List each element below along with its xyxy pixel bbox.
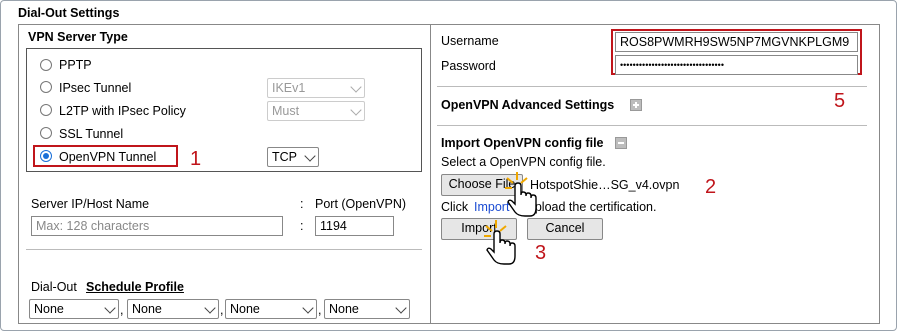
comma-3: , (318, 303, 322, 317)
chevron-down-icon (350, 81, 362, 93)
chevron-down-icon (395, 302, 407, 314)
schedule-value-2: None (132, 302, 162, 316)
radio-ipsec-tunnel[interactable] (40, 81, 52, 93)
import-instruction: Select a OpenVPN config file. (441, 155, 606, 169)
cancel-button[interactable]: Cancel (527, 218, 603, 240)
comma-1: , (120, 303, 124, 317)
collapse-minus-icon[interactable] (615, 137, 627, 149)
hand-cursor-icon (505, 172, 537, 217)
chevron-down-icon (104, 302, 116, 314)
import-heading: Import OpenVPN config file (441, 136, 604, 150)
openvpn-advanced-label: OpenVPN Advanced Settings (441, 98, 615, 112)
chevron-down-icon (204, 302, 216, 314)
separator-line (26, 249, 422, 250)
page-title: Dial-Out Settings (18, 6, 120, 20)
username-label: Username (441, 34, 499, 48)
expand-plus-icon[interactable] (630, 99, 642, 111)
label-openvpn-tunnel: OpenVPN Tunnel (59, 150, 157, 164)
schedule-profile-link[interactable]: Schedule Profile (86, 280, 184, 294)
label-ipsec-tunnel: IPsec Tunnel (59, 81, 132, 95)
chosen-file-name: HotspotShie…SG_v4.ovpn (530, 178, 680, 192)
label-l2tp-ipsec: L2TP with IPsec Policy (59, 104, 186, 118)
l2tp-policy-value: Must (272, 104, 300, 118)
schedule-select-2[interactable]: None (127, 299, 219, 319)
openvpn-protocol-select[interactable]: TCP (267, 147, 319, 167)
click-text: Click (441, 200, 469, 214)
separator-line (437, 86, 867, 87)
colon-1: : (300, 197, 304, 211)
separator-line (437, 125, 867, 126)
username-input[interactable]: ROS8PWMRH9SW5NP7MGVNKPLGM9 (615, 32, 858, 52)
label-ssl-tunnel: SSL Tunnel (59, 127, 124, 141)
vpn-server-type-heading: VPN Server Type (28, 30, 128, 44)
radio-ssl-tunnel[interactable] (40, 127, 52, 139)
step-3-annotation: 3 (535, 242, 547, 264)
step-1-annotation: 1 (190, 148, 202, 170)
password-input[interactable]: ••••••••••••••••••••••••••••••••• (615, 55, 858, 75)
radio-l2tp-ipsec[interactable] (40, 104, 52, 116)
step-5-annotation: 5 (834, 90, 846, 112)
ipsec-mode-select[interactable]: IKEv1 (267, 78, 365, 98)
schedule-value-3: None (230, 302, 260, 316)
l2tp-policy-select[interactable]: Must (267, 101, 365, 121)
schedule-select-1[interactable]: None (29, 299, 119, 319)
comma-2: , (220, 303, 224, 317)
label-pptp: PPTP (59, 58, 92, 72)
ipsec-mode-value: IKEv1 (272, 81, 306, 95)
dial-out-label: Dial-Out (31, 280, 77, 294)
schedule-value-1: None (34, 302, 64, 316)
chevron-down-icon (350, 104, 362, 116)
colon-2: : (300, 219, 304, 233)
schedule-select-3[interactable]: None (225, 299, 317, 319)
server-host-label: Server IP/Host Name (31, 197, 150, 211)
column-divider (430, 24, 431, 324)
radio-pptp[interactable] (40, 59, 52, 71)
openvpn-protocol-value: TCP (272, 150, 297, 164)
port-label: Port (OpenVPN) (315, 197, 407, 211)
radio-openvpn-tunnel[interactable] (40, 150, 52, 162)
schedule-value-4: None (329, 302, 359, 316)
hand-cursor-icon (484, 220, 516, 265)
chevron-down-icon (302, 302, 314, 314)
server-host-input[interactable]: Max: 128 characters (31, 216, 283, 236)
port-input[interactable]: 1194 (315, 216, 394, 236)
chevron-down-icon (304, 150, 316, 162)
schedule-select-4[interactable]: None (324, 299, 410, 319)
password-label: Password (441, 59, 496, 73)
step-2-annotation: 2 (705, 176, 717, 198)
